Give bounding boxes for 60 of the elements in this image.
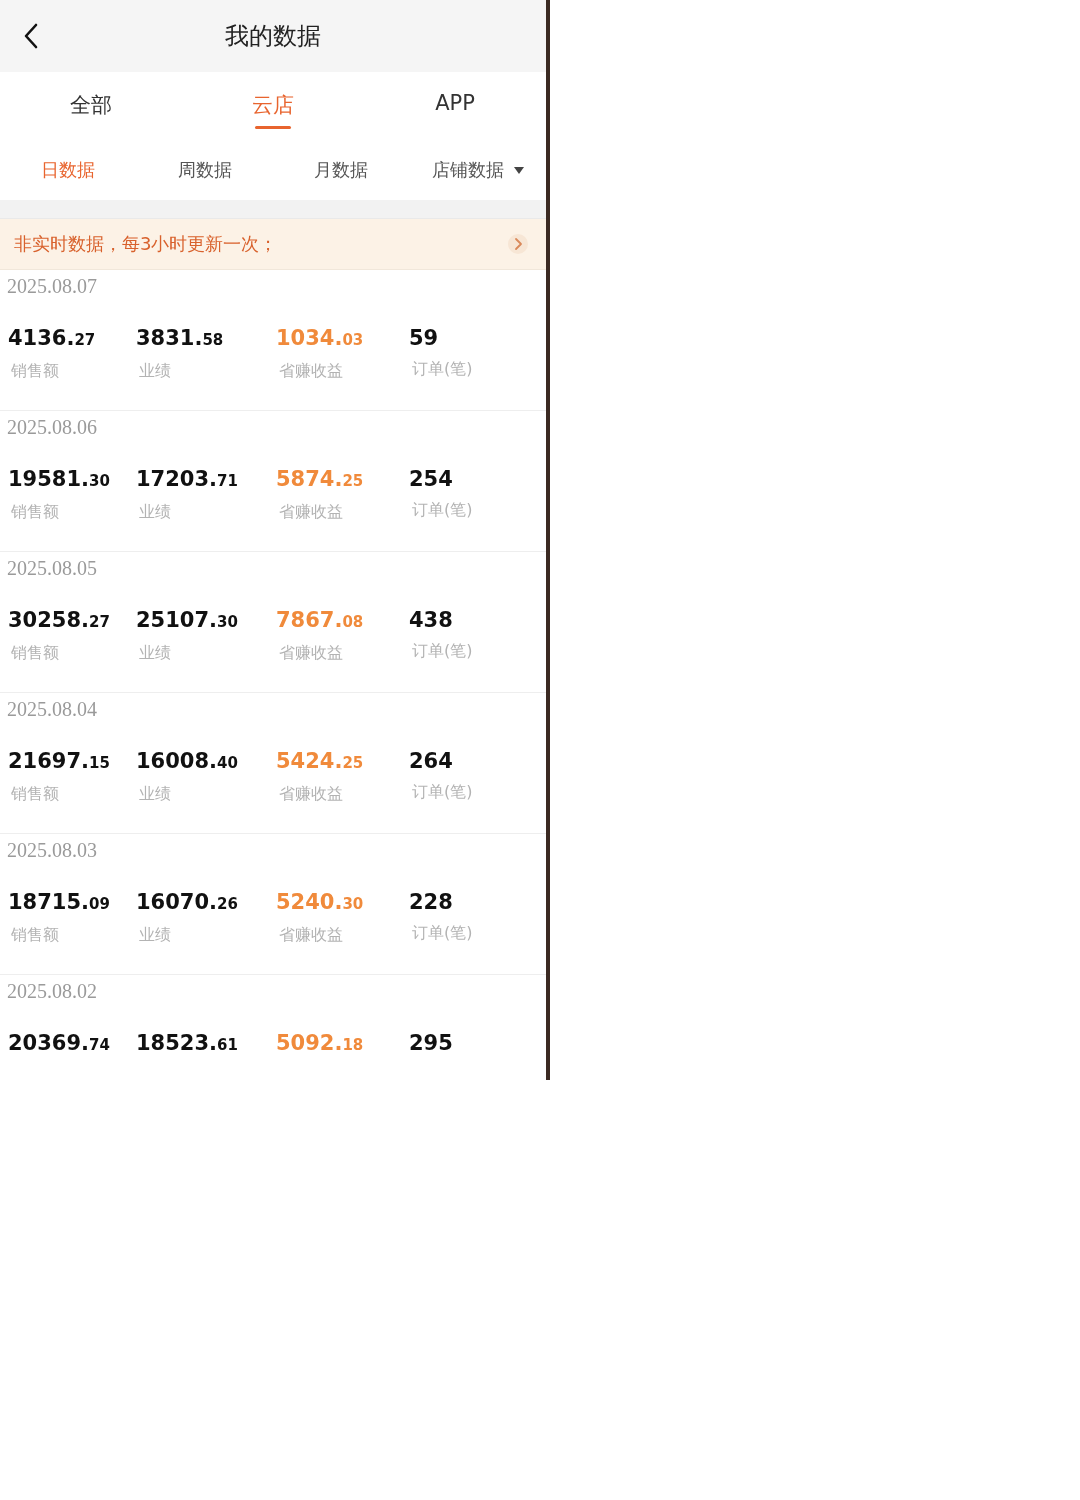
metric-value: 25107.30 (136, 607, 238, 634)
date-label: 2025.08.04 (7, 697, 97, 721)
metric-label: 省赚收益 (279, 924, 343, 946)
metric-label: 业绩 (139, 642, 171, 664)
metric-label: 订单(笔) (412, 922, 473, 944)
metric-label: 省赚收益 (279, 501, 343, 523)
sub-tab[interactable]: 周数据 (175, 154, 234, 186)
metric-value: 59 (409, 325, 439, 352)
metric-value: 5424.25 (276, 748, 364, 775)
metric-label: 业绩 (139, 924, 171, 946)
notice-text: 非实时数据，每3小时更新一次； (14, 232, 278, 256)
metric-value: 21697.15 (8, 748, 110, 775)
metric-value: 5092.18 (276, 1030, 364, 1057)
metric-value: 5874.25 (276, 466, 364, 493)
metric-value: 1034.03 (276, 325, 364, 352)
metric-label: 订单(笔) (412, 781, 473, 803)
metric-label: 销售额 (11, 924, 59, 946)
date-label: 2025.08.02 (7, 979, 97, 1003)
date-label: 2025.08.07 (7, 274, 97, 298)
metric-value: 438 (409, 607, 453, 634)
metric-label: 销售额 (11, 360, 59, 382)
tab[interactable]: 全部 (66, 87, 116, 133)
metric-value: 16070.26 (136, 889, 238, 916)
metric-label: 业绩 (139, 783, 171, 805)
sub-tab[interactable]: 月数据 (312, 154, 371, 186)
metric-value: 295 (409, 1030, 453, 1057)
metric-label: 业绩 (139, 360, 171, 382)
metric-value: 264 (409, 748, 453, 775)
caret-down-icon (513, 166, 524, 174)
metric-label: 销售额 (11, 783, 59, 805)
metric-label: 订单(笔) (412, 358, 473, 380)
metric-value: 30258.27 (8, 607, 110, 634)
metric-value: 17203.71 (136, 466, 238, 493)
metric-label: 销售额 (11, 642, 59, 664)
tab[interactable]: APP (431, 87, 479, 129)
metric-value: 18523.61 (136, 1030, 238, 1057)
chevron-right-icon (508, 234, 528, 254)
metric-value: 7867.08 (276, 607, 364, 634)
back-icon[interactable] (23, 23, 39, 49)
date-label: 2025.08.03 (7, 838, 97, 862)
metric-value: 254 (409, 466, 453, 493)
metric-label: 省赚收益 (279, 783, 343, 805)
metric-label: 销售额 (11, 501, 59, 523)
metric-label: 业绩 (139, 501, 171, 523)
page-title: 我的数据 (225, 21, 321, 52)
metric-label: 订单(笔) (412, 640, 473, 662)
metric-value: 4136.27 (8, 325, 96, 352)
metric-label: 订单(笔) (412, 499, 473, 521)
metric-value: 19581.30 (8, 466, 110, 493)
metric-value: 3831.58 (136, 325, 224, 352)
date-label: 2025.08.05 (7, 556, 97, 580)
dropdown-tab[interactable]: 店铺数据 (429, 154, 526, 186)
metric-value: 18715.09 (8, 889, 110, 916)
metric-value: 20369.74 (8, 1030, 110, 1057)
metric-value: 16008.40 (136, 748, 238, 775)
metric-value: 5240.30 (276, 889, 364, 916)
metric-label: 省赚收益 (279, 642, 343, 664)
metric-value: 228 (409, 889, 453, 916)
metric-label: 省赚收益 (279, 360, 343, 382)
date-label: 2025.08.06 (7, 415, 97, 439)
